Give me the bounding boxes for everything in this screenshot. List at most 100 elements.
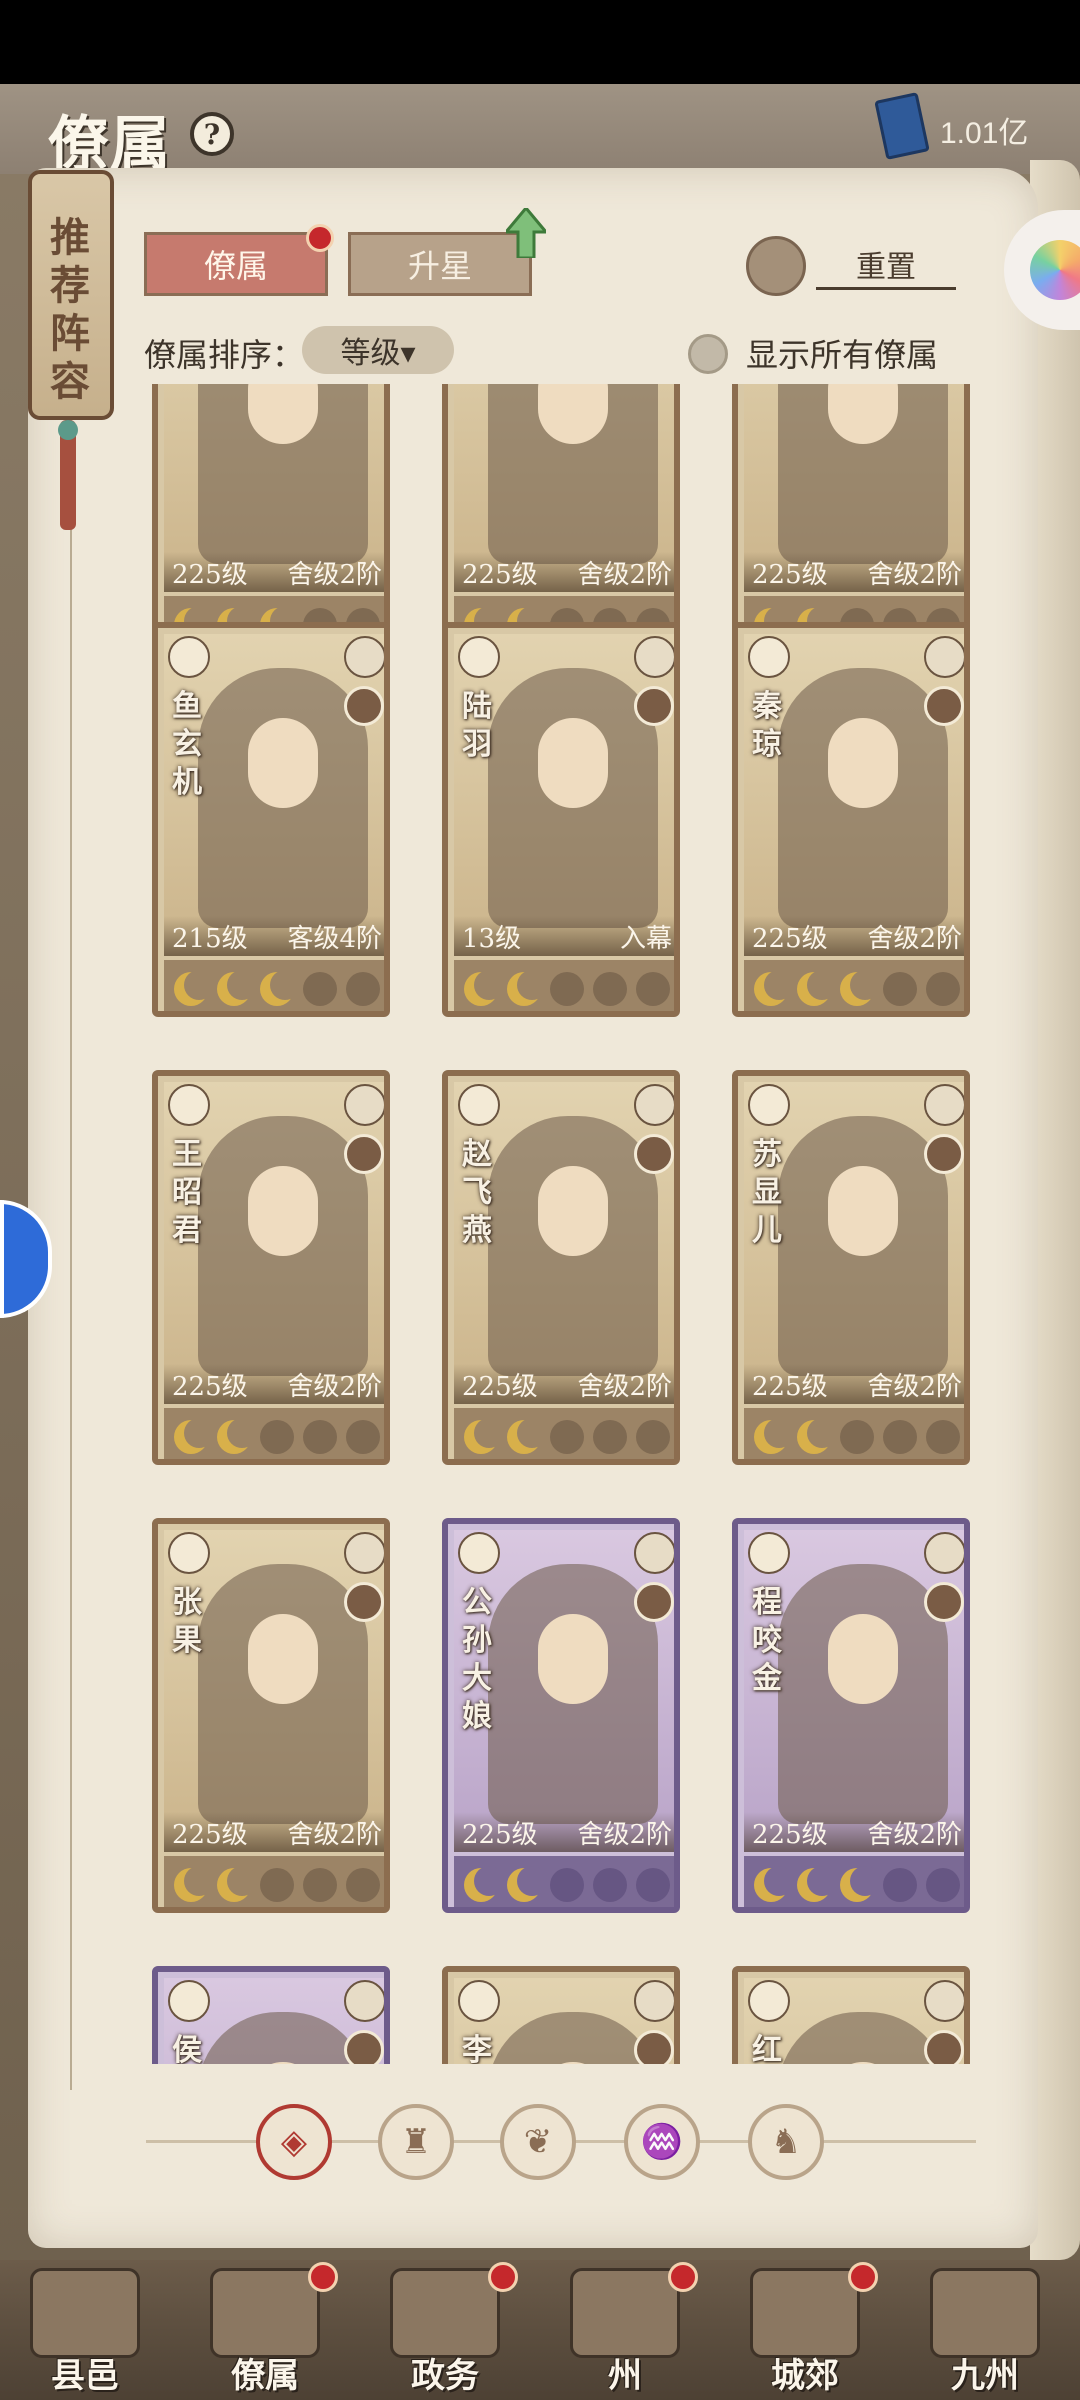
- reset-icon[interactable]: [746, 236, 806, 296]
- moon-star-empty-icon: [635, 1420, 670, 1454]
- nav-item-4[interactable]: 城郊: [730, 2262, 880, 2398]
- nav-item-3[interactable]: 州: [550, 2262, 700, 2398]
- moon-star-empty-icon: [592, 972, 627, 1006]
- retainer-level: 225级: [462, 559, 538, 590]
- retainer-rank: 舍级2阶: [287, 1819, 382, 1850]
- retainer-card[interactable]: 张果 225级 舍级2阶: [152, 1518, 390, 1913]
- helmet-icon[interactable]: ♜: [378, 2104, 454, 2180]
- class-icon: [168, 636, 210, 678]
- retainer-rank: 入幕: [619, 923, 672, 954]
- nav-label: 僚属: [231, 2356, 299, 2396]
- moon-star-filled-icon: [259, 970, 300, 1006]
- card-frame: 侯: [152, 1966, 390, 2064]
- upgrade-arrow-icon: [506, 208, 546, 258]
- moon-star-filled-icon: [174, 1866, 215, 1902]
- retainer-grid: 225级舍级2阶稀有225级舍级2阶225级舍级2阶鱼玄机215级客级4阶陆羽1…: [140, 384, 980, 2064]
- tab-star-up[interactable]: 升星: [348, 232, 532, 296]
- retainer-card[interactable]: 赵飞燕 225级 舍级2阶: [442, 1070, 680, 1465]
- star-row: [744, 1856, 964, 1907]
- lion-icon[interactable]: ♞: [748, 2104, 824, 2180]
- retainer-card[interactable]: 王昭君 225级 舍级2阶: [152, 1070, 390, 1465]
- level-row: 225级 舍级2阶: [744, 1812, 964, 1852]
- star-row: [164, 1408, 384, 1459]
- retainer-name: 苏显儿: [752, 1137, 782, 1248]
- star-row: [164, 960, 384, 1011]
- moon-star-empty-icon: [345, 972, 380, 1006]
- retainer-card[interactable]: 李: [442, 1966, 680, 2064]
- nav-label: 县邑: [51, 2356, 119, 2396]
- nav-item-2[interactable]: 政务: [370, 2262, 520, 2398]
- recommend-lineup-label: 推荐阵容: [50, 214, 90, 405]
- retainer-name: 李: [462, 2033, 492, 2064]
- retainer-card[interactable]: 鱼玄机 215级 客级4阶: [152, 622, 390, 1017]
- retainer-rank: 舍级2阶: [287, 1371, 382, 1402]
- retainer-name: 王昭君: [172, 1137, 202, 1248]
- level-row: 215级 客级4阶: [164, 916, 384, 956]
- retainer-level: 225级: [172, 559, 248, 590]
- card-frame: 程咬金 225级 舍级2阶: [732, 1518, 970, 1913]
- partner-avatar: [634, 1582, 674, 1622]
- tab-retainers[interactable]: 僚属: [144, 232, 328, 296]
- status-bar: [0, 0, 1080, 84]
- retainer-card[interactable]: 公孙大娘 225级 舍级2阶: [442, 1518, 680, 1913]
- star-row: [164, 1856, 384, 1907]
- class-icon: [168, 1980, 210, 2022]
- retainer-card[interactable]: 225级 舍级2阶: [152, 384, 390, 653]
- reset-button[interactable]: 重置: [816, 240, 956, 290]
- nav-item-5[interactable]: 九州: [910, 2262, 1060, 2398]
- moon-star-empty-icon: [882, 972, 917, 1006]
- retainer-card[interactable]: 红: [732, 1966, 970, 2064]
- nav-label: 州: [608, 2356, 642, 2396]
- level-row: 225级 舍级2阶: [744, 1364, 964, 1404]
- diamond-all-icon[interactable]: ◈: [256, 2104, 332, 2180]
- bird-icon[interactable]: ❦: [500, 2104, 576, 2180]
- card-frame: 陆羽 13级 入幕: [442, 622, 680, 1017]
- retainer-card[interactable]: 稀有225级舍级2阶: [442, 384, 680, 653]
- sort-label: 僚属排序：: [144, 336, 305, 374]
- card-frame: 红: [732, 1966, 970, 2064]
- retainer-rank: 舍级2阶: [287, 559, 382, 590]
- retainer-card[interactable]: 程咬金 225级 舍级2阶: [732, 1518, 970, 1913]
- card-frame: 鱼玄机 215级 客级4阶: [152, 622, 390, 1017]
- nav-item-0[interactable]: 县邑: [10, 2262, 160, 2398]
- nav-label: 城郊: [771, 2356, 839, 2396]
- moon-star-filled-icon: [174, 970, 215, 1006]
- moon-star-filled-icon: [839, 970, 880, 1006]
- recommend-lineup-button[interactable]: 推荐阵容: [28, 170, 114, 420]
- level-row: 225级 舍级2阶: [454, 1364, 674, 1404]
- nav-item-1[interactable]: 僚属: [190, 2262, 340, 2398]
- book-icon: [874, 92, 930, 160]
- currency-display[interactable]: 1.01亿: [874, 92, 1060, 160]
- retainer-rank: 舍级2阶: [867, 1371, 962, 1402]
- nav-building-icon: [30, 2268, 140, 2358]
- moon-star-empty-icon: [549, 1420, 584, 1454]
- star-row: [454, 1408, 674, 1459]
- retainer-name: 赵飞燕: [462, 1137, 492, 1248]
- show-all-label[interactable]: 显示所有僚属: [746, 330, 938, 376]
- retainer-card[interactable]: 苏显儿 225级 舍级2阶: [732, 1070, 970, 1465]
- retainer-card[interactable]: 陆羽 13级 入幕: [442, 622, 680, 1017]
- portrait-face: [828, 718, 898, 808]
- show-all-checkbox[interactable]: [688, 334, 728, 374]
- moon-star-empty-icon: [925, 972, 960, 1006]
- portrait-face: [828, 1614, 898, 1704]
- portrait-face: [538, 1614, 608, 1704]
- portrait-face: [538, 718, 608, 808]
- moon-star-empty-icon: [549, 972, 584, 1006]
- retainer-card[interactable]: 225级 舍级2阶: [732, 384, 970, 653]
- level-row: 225级 舍级2阶: [164, 1812, 384, 1852]
- partner-avatar: [924, 686, 964, 726]
- retainer-card[interactable]: 秦琼 225级 舍级2阶: [732, 622, 970, 1017]
- notification-dot: [488, 2262, 518, 2292]
- star-row: [744, 960, 964, 1011]
- class-icon: [458, 1980, 500, 2022]
- fan-icon[interactable]: ♒: [624, 2104, 700, 2180]
- sort-dropdown[interactable]: 等级▾: [302, 326, 454, 374]
- moon-star-empty-icon: [635, 1868, 670, 1902]
- card-frame: 苏显儿 225级 舍级2阶: [732, 1070, 970, 1465]
- moon-star-filled-icon: [217, 1418, 258, 1454]
- notification-dot: [308, 2262, 338, 2292]
- moon-star-empty-icon: [882, 1420, 917, 1454]
- help-button[interactable]: ?: [190, 112, 234, 156]
- retainer-card[interactable]: 侯: [152, 1966, 390, 2064]
